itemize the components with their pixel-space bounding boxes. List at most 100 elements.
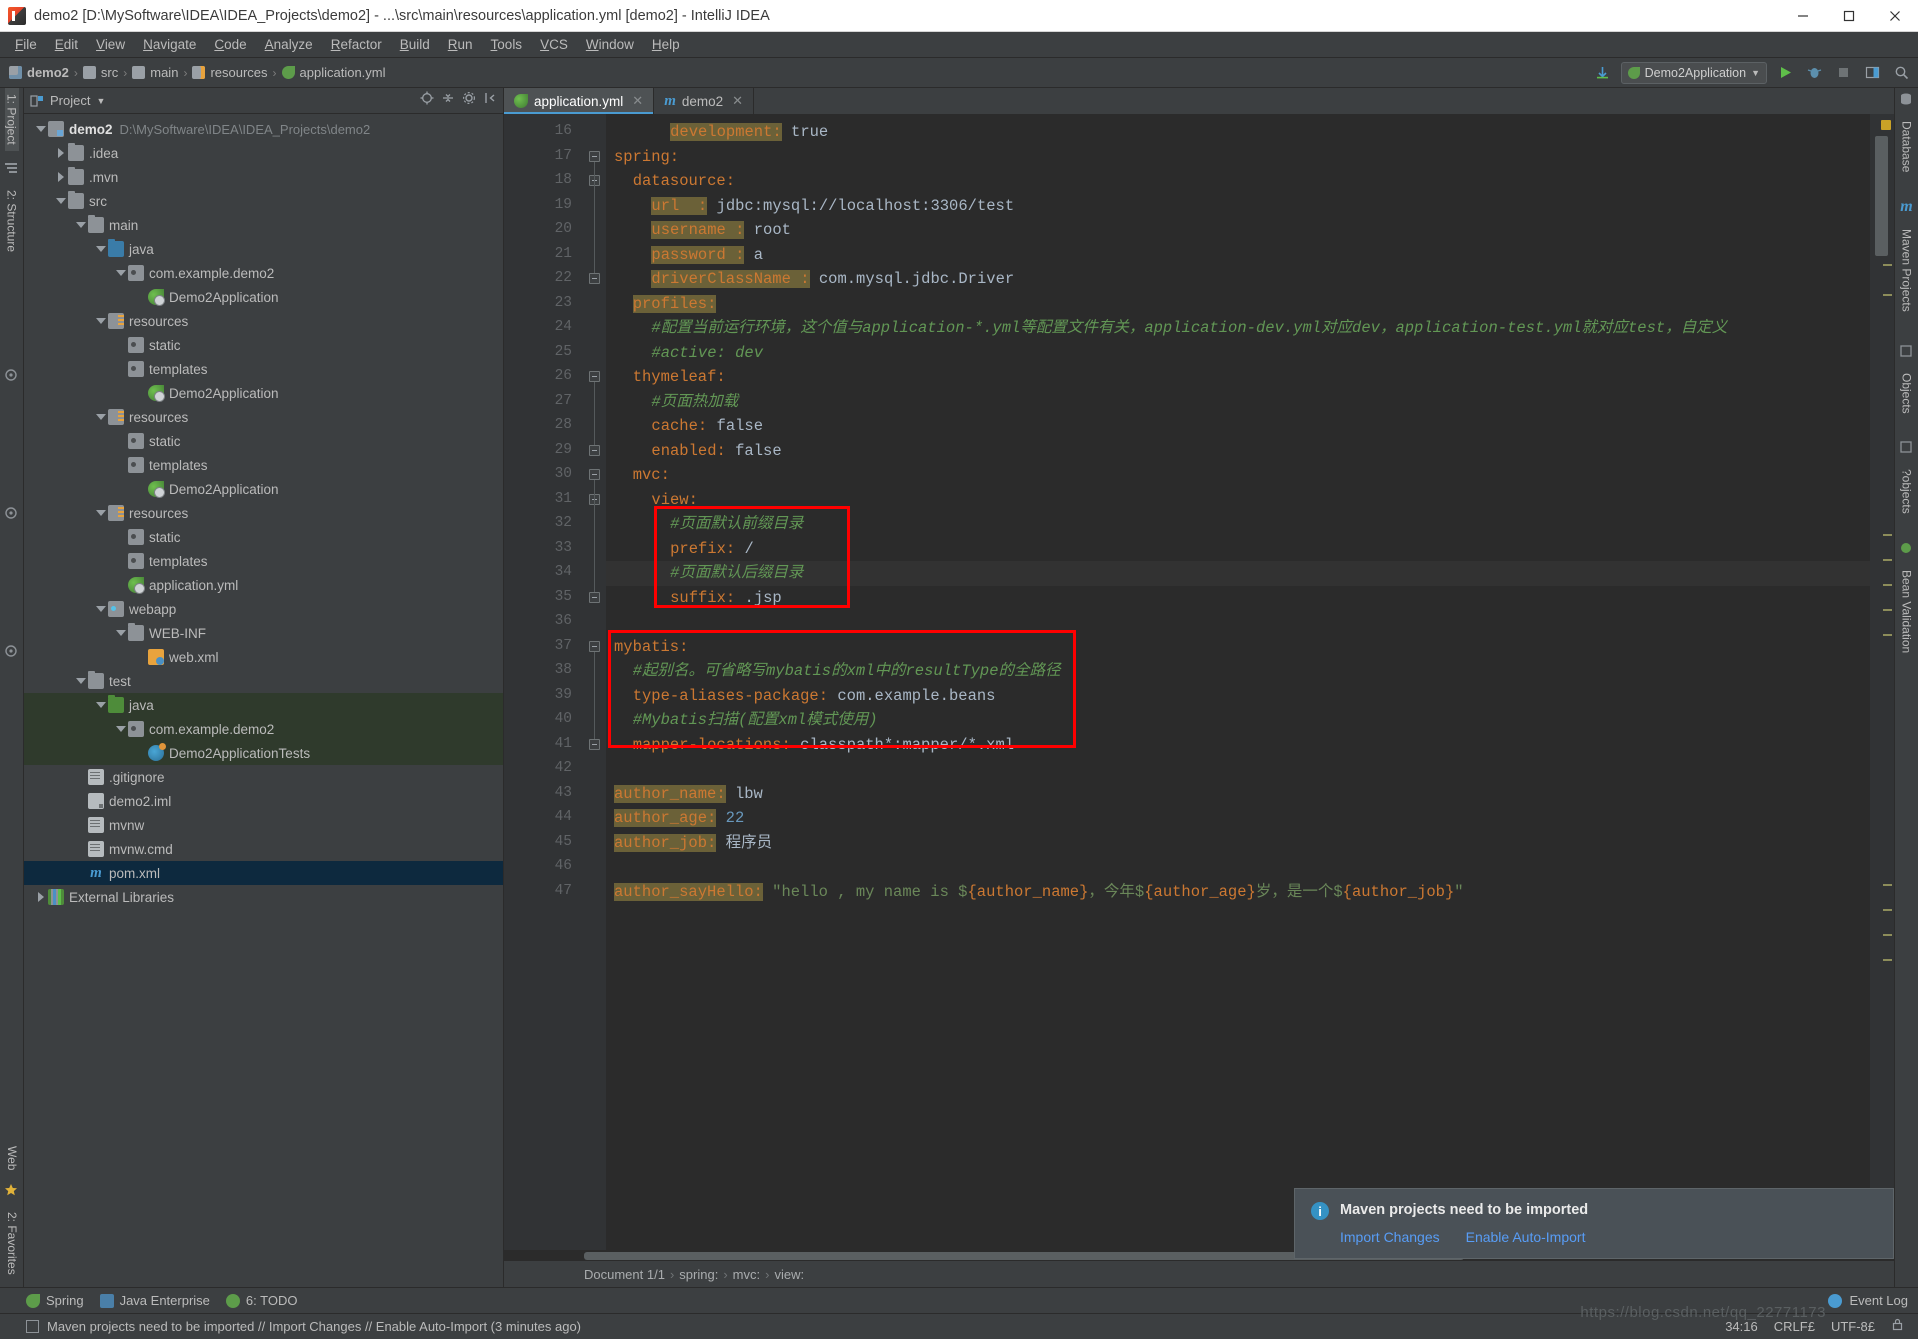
rail-item-project[interactable]: 1: Project — [4, 88, 19, 151]
update-project-icon[interactable] — [1592, 62, 1614, 84]
code-line[interactable]: suffix: .jsp — [606, 586, 782, 611]
rail-item-objects[interactable]: Objects — [1900, 367, 1914, 420]
tree-node-web-xml[interactable]: web.xml — [24, 645, 503, 669]
locate-icon[interactable] — [420, 91, 434, 110]
chevron-down-icon[interactable] — [94, 309, 108, 333]
code-line[interactable]: cache: false — [606, 414, 763, 439]
menu-item-build[interactable]: Build — [391, 35, 439, 54]
chevron-down-icon[interactable] — [114, 261, 128, 285]
tree-node-static[interactable]: static — [24, 429, 503, 453]
code-line[interactable]: development: true — [606, 120, 828, 145]
breadcrumb-item[interactable]: view: — [774, 1267, 804, 1282]
chevron-down-icon[interactable] — [74, 669, 88, 693]
tree-node-demo2application[interactable]: Demo2Application — [24, 285, 503, 309]
code-line[interactable]: password : a — [606, 243, 763, 268]
rail-item-bean-validation[interactable]: Bean Validation — [1900, 564, 1914, 659]
tree-node-static[interactable]: static — [24, 333, 503, 357]
code-line[interactable]: #页面默认前缀目录 — [606, 512, 803, 537]
navbar-crumb-application-yml[interactable]: application.yml — [279, 65, 389, 80]
menu-item-code[interactable]: Code — [205, 35, 255, 54]
code-line[interactable]: datasource: — [606, 169, 735, 194]
code-folding-column[interactable] — [584, 114, 606, 1250]
tree-node-test[interactable]: test — [24, 669, 503, 693]
code-line[interactable]: #active: dev — [606, 341, 763, 366]
fold-toggle-icon[interactable] — [589, 640, 600, 652]
fold-toggle-icon[interactable] — [589, 469, 600, 480]
code-line[interactable] — [606, 757, 614, 782]
code-line[interactable]: author_name: lbw — [606, 782, 763, 807]
code-line[interactable] — [606, 855, 614, 880]
breadcrumb-item[interactable]: mvc: — [733, 1267, 760, 1282]
rail-item-favorites[interactable]: 2: Favorites — [5, 1206, 19, 1281]
code-line[interactable]: #起别名。可省略写mybatis的xml中的resultType的全路径 — [606, 659, 1061, 684]
bottom-item-todo[interactable]: 6: TODO — [225, 1293, 297, 1308]
close-button[interactable] — [1872, 0, 1918, 32]
code-line[interactable]: prefix: / — [606, 537, 754, 562]
code-line[interactable] — [606, 610, 614, 635]
bottom-item-spring[interactable]: Spring — [26, 1293, 84, 1308]
event-log-label[interactable]: Event Log — [1849, 1293, 1908, 1308]
run-icon[interactable] — [1774, 62, 1796, 84]
menu-item-vcs[interactable]: VCS — [531, 35, 577, 54]
tree-node-resources[interactable]: resources — [24, 405, 503, 429]
layout-icon[interactable] — [1861, 62, 1883, 84]
rail-item-structure[interactable]: 2: Structure — [5, 184, 19, 258]
status-message[interactable]: Maven projects need to be imported // Im… — [47, 1319, 581, 1334]
tree-node-mvnw-cmd[interactable]: mvnw.cmd — [24, 837, 503, 861]
code-line[interactable]: thymeleaf: — [606, 365, 726, 390]
tree-node-mvnw[interactable]: mvnw — [24, 813, 503, 837]
code-line[interactable]: enabled: false — [606, 439, 781, 464]
tree-node-java[interactable]: java — [24, 693, 503, 717]
tree-node-web-inf[interactable]: WEB-INF — [24, 621, 503, 645]
breadcrumb-item[interactable]: spring: — [679, 1267, 718, 1282]
tree-node--gitignore[interactable]: .gitignore — [24, 765, 503, 789]
chevron-down-icon[interactable] — [114, 621, 128, 645]
collapse-all-icon[interactable] — [441, 91, 455, 110]
settings-gear-icon[interactable] — [462, 91, 476, 110]
code-line[interactable]: #配置当前运行环境，这个值与application-*.yml等配置文件有关，a… — [606, 316, 1727, 341]
breadcrumb-item[interactable]: Document 1/1 — [584, 1267, 665, 1282]
code-line[interactable]: #页面默认后缀目录 — [606, 561, 803, 586]
tree-node-src[interactable]: src — [24, 189, 503, 213]
tree-node-templates[interactable]: templates — [24, 357, 503, 381]
menu-item-help[interactable]: Help — [643, 35, 689, 54]
tree-node-webapp[interactable]: webapp — [24, 597, 503, 621]
tree-node--mvn[interactable]: .mvn — [24, 165, 503, 189]
close-icon[interactable]: ✕ — [732, 93, 743, 109]
tree-node-demo2-iml[interactable]: demo2.iml — [24, 789, 503, 813]
tree-node-resources[interactable]: resources — [24, 501, 503, 525]
enable-auto-import-link[interactable]: Enable Auto-Import — [1466, 1229, 1586, 1245]
scrollbar-thumb[interactable] — [1875, 136, 1888, 256]
chevron-down-icon[interactable] — [114, 717, 128, 741]
bottom-item-java-enterprise[interactable]: Java Enterprise — [99, 1293, 210, 1308]
tree-node-static[interactable]: static — [24, 525, 503, 549]
code-line[interactable]: view: — [606, 488, 698, 513]
chevron-right-icon[interactable] — [54, 141, 68, 165]
rail-item-web[interactable]: Web — [5, 1140, 19, 1176]
code-line[interactable]: type-aliases-package: com.example.beans — [606, 684, 996, 709]
tree-node-com-example-demo2[interactable]: com.example.demo2 — [24, 717, 503, 741]
code-line[interactable]: author_sayHello: "hello , my name is ${a… — [606, 880, 1464, 905]
editor-tab-application-yml[interactable]: application.yml ✕ — [504, 88, 655, 114]
chevron-right-icon[interactable] — [54, 165, 68, 189]
tree-node-resources[interactable]: resources — [24, 309, 503, 333]
tree-node--idea[interactable]: .idea — [24, 141, 503, 165]
editor-tab-demo2[interactable]: m demo2 ✕ — [654, 88, 755, 114]
code-content[interactable]: development: true spring: datasource: url :… — [606, 114, 1870, 1250]
run-configuration-selector[interactable]: Demo2Application ▼ — [1620, 61, 1767, 84]
menu-item-view[interactable]: View — [87, 35, 134, 54]
code-line[interactable]: author_age: 22 — [606, 806, 744, 831]
rail-item-maven-projects[interactable]: Maven Projects — [1900, 223, 1914, 318]
code-line[interactable]: author_job: 程序员 — [606, 831, 772, 856]
navbar-crumb-main[interactable]: main — [129, 65, 181, 80]
menu-item-analyze[interactable]: Analyze — [256, 35, 322, 54]
navbar-crumb-src[interactable]: src — [80, 65, 121, 80]
menu-item-run[interactable]: Run — [439, 35, 482, 54]
line-separator[interactable]: CRLF£ — [1774, 1319, 1815, 1334]
code-line[interactable]: mvc: — [606, 463, 670, 488]
menu-item-file[interactable]: File — [6, 35, 46, 54]
tree-node-java[interactable]: java — [24, 237, 503, 261]
tree-node-templates[interactable]: templates — [24, 453, 503, 477]
menu-item-edit[interactable]: Edit — [46, 35, 87, 54]
code-line[interactable]: spring: — [606, 145, 679, 170]
